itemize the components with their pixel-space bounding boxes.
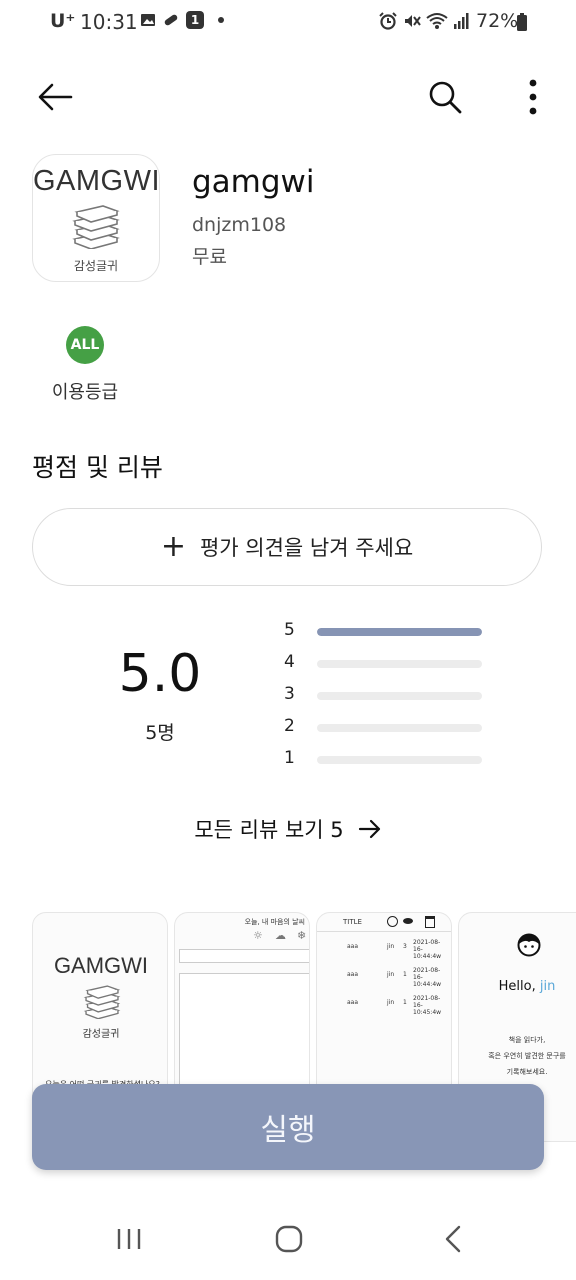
shot3-divider [317, 931, 451, 932]
app-price: 무료 [192, 246, 227, 268]
see-all-reviews-link[interactable]: 모든 리뷰 보기 5 [0, 814, 576, 844]
rating-star-label: 3 [284, 684, 295, 704]
age-rating-label: 이용등급 [51, 382, 119, 403]
arrow-left-icon [38, 83, 73, 111]
rating-star-label: 1 [284, 748, 295, 768]
wifi-icon [426, 13, 448, 29]
app-name: gamgwi [192, 164, 315, 200]
back-button[interactable] [30, 72, 80, 122]
dot-icon [218, 17, 224, 23]
rating-row: 1 [284, 748, 484, 772]
see-all-reviews-label: 모든 리뷰 보기 5 [194, 818, 344, 842]
row-user: jin [387, 971, 395, 978]
rating-row: 2 [284, 716, 484, 740]
calendar-icon [425, 916, 435, 928]
run-button[interactable]: 실행 [32, 1084, 544, 1170]
books-icon [83, 985, 121, 1019]
row-date: 2021-08-16- 10:44:4w [413, 967, 442, 988]
search-button[interactable] [420, 72, 470, 122]
notification-icons: 1 [140, 11, 224, 29]
face-icon [387, 916, 398, 927]
shot1-subtitle: 감성글귀 [82, 1029, 120, 1040]
status-time: 10:31 [80, 10, 138, 34]
home-icon [275, 1225, 303, 1253]
sun-icon: ☼ [253, 929, 263, 942]
app-developer[interactable]: dnjzm108 [192, 214, 286, 236]
cloud-icon: ☁ [275, 929, 286, 942]
rating-row: 4 [284, 652, 484, 676]
rating-bar-track [317, 628, 482, 636]
row-title: aaa [347, 999, 359, 1006]
age-rating-badge: ALL [66, 326, 104, 364]
pill-icon [164, 14, 178, 26]
top-app-bar [0, 64, 576, 130]
alarm-icon [379, 12, 397, 30]
home-button[interactable] [264, 1214, 314, 1264]
row-count: 1 [403, 971, 407, 978]
battery-icon [517, 13, 527, 31]
system-icons [378, 11, 470, 31]
rating-bar-track [317, 756, 482, 764]
status-bar: U⁺ 10:31 1 72% [0, 0, 576, 44]
rating-row: 3 [284, 684, 484, 708]
battery-percent: 72% [476, 10, 519, 32]
plus-icon: + [160, 529, 186, 564]
app-icon: GAMGWI 감성글귀 [32, 154, 160, 282]
shot2-title-field [179, 949, 309, 963]
arrow-right-icon [358, 819, 380, 839]
snowflake-icon: ❄ [297, 929, 307, 942]
recent-apps-icon [117, 1229, 141, 1249]
rating-star-label: 4 [284, 652, 295, 672]
shot4-line1: 책을 읽다가, [508, 1036, 546, 1044]
write-review-button[interactable]: + 평가 의견을 남겨 주세요 [32, 508, 542, 586]
review-count: 5명 [145, 722, 175, 744]
rating-bar-track [317, 724, 482, 732]
reviews-section-title: 평점 및 리뷰 [32, 453, 163, 482]
rating-bar-track [317, 660, 482, 668]
chevron-left-icon [445, 1225, 461, 1253]
write-review-label: 평가 의견을 남겨 주세요 [199, 536, 414, 560]
mute-icon [405, 15, 421, 27]
badge-icon: 1 [186, 11, 204, 29]
row-title: aaa [347, 943, 359, 950]
system-nav-bar [0, 1200, 576, 1280]
app-icon-subtitle: 감성글귀 [73, 259, 119, 273]
eye-icon [403, 918, 413, 924]
row-user: jin [387, 999, 395, 1006]
more-vert-icon [529, 79, 537, 115]
rating-star-label: 2 [284, 716, 295, 736]
rating-bar-track [317, 692, 482, 700]
gallery-icon [141, 14, 155, 26]
search-icon [429, 81, 462, 114]
face-icon [517, 933, 541, 957]
greeting-name: jin [539, 979, 556, 994]
greeting: Hello, jin [459, 979, 576, 994]
shot3-header: TITLE [343, 918, 362, 926]
average-score: 5.0 [118, 644, 202, 704]
shot2-header: 오늘, 내 마음의 날씨 [244, 918, 305, 926]
app-icon-title: GAMGWI [33, 165, 160, 197]
row-date: 2021-08-16- 10:44:4w [413, 939, 442, 960]
nav-back-button[interactable] [428, 1214, 478, 1264]
row-user: jin [387, 943, 395, 950]
shot1-title: GAMGWI [53, 953, 149, 978]
recent-apps-button[interactable] [104, 1214, 154, 1264]
row-title: aaa [347, 971, 359, 978]
shot4-line3: 기록해보세요. [506, 1068, 548, 1076]
row-count: 3 [403, 943, 407, 950]
rating-star-label: 5 [284, 620, 295, 640]
row-count: 1 [403, 999, 407, 1006]
rating-row: 5 [284, 620, 484, 644]
shot4-line2: 혹은 우연히 발견한 문구를 [488, 1052, 566, 1060]
run-button-label: 실행 [260, 1113, 316, 1148]
more-options-button[interactable] [510, 72, 556, 122]
greeting-hello: Hello, [498, 979, 536, 994]
books-icon [72, 205, 120, 249]
row-date: 2021-08-16- 10:45:4w [413, 995, 442, 1016]
rating-bar-fill [317, 628, 482, 636]
carrier-label: U⁺ [50, 10, 76, 32]
signal-icon [454, 13, 469, 29]
